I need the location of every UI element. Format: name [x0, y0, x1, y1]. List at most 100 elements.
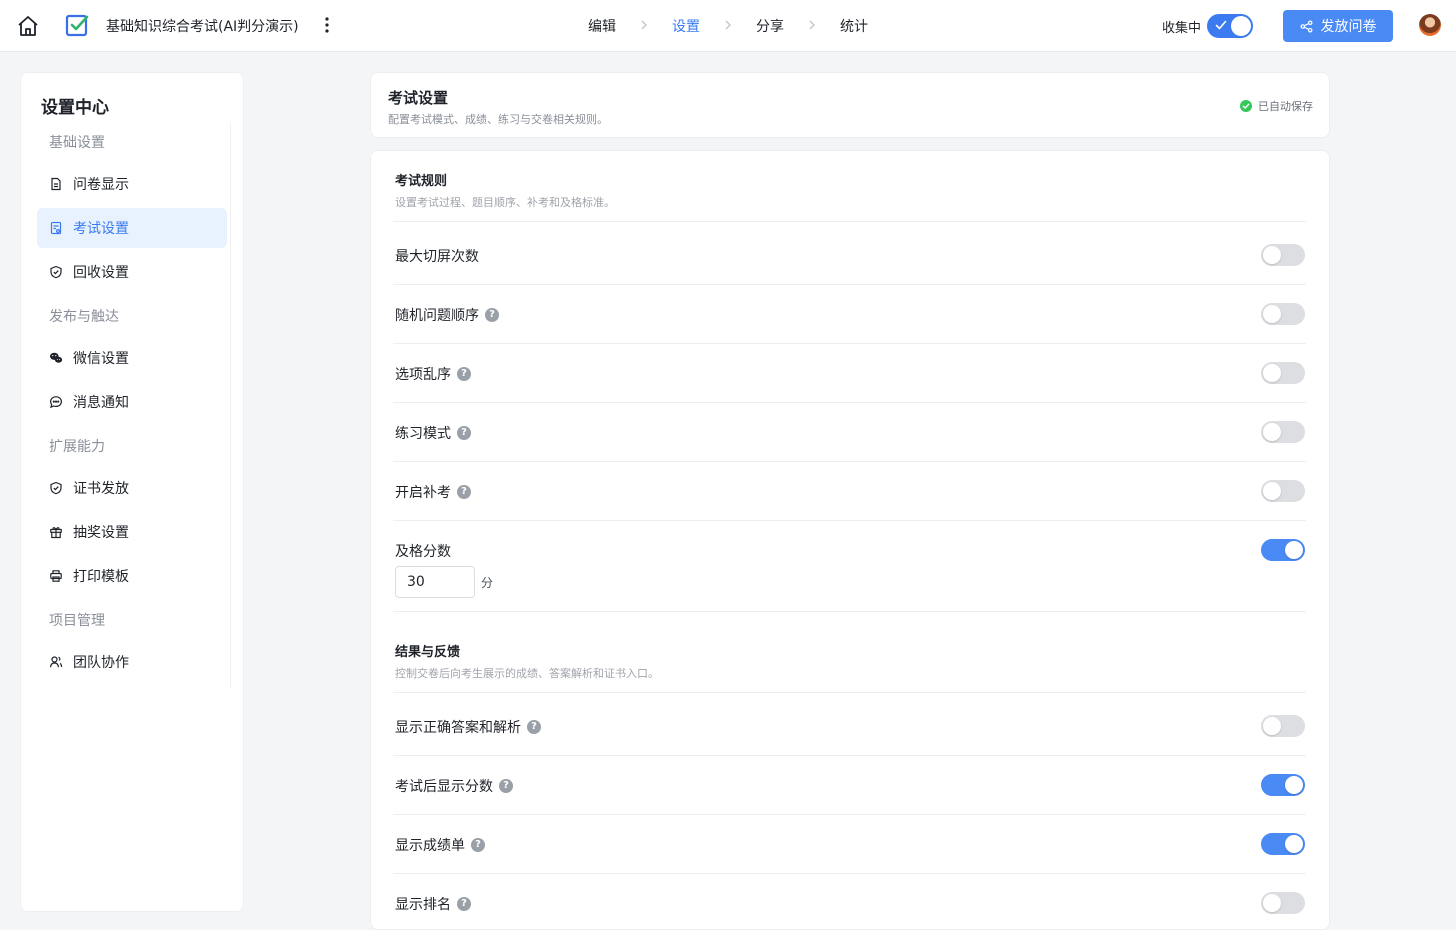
publish-survey-label: 发放问卷	[1320, 19, 1377, 35]
show-score-toggle[interactable]	[1261, 774, 1305, 796]
toggle-knob	[1285, 776, 1303, 794]
setting-label: 显示成绩单 ?	[395, 835, 485, 855]
setting-label-text: 随机问题顺序	[395, 308, 479, 324]
chat-bubble-icon	[49, 396, 63, 409]
exam-settings-header: 考试设置 配置考试模式、成绩、练习与交卷相关规则。 已自动保存	[370, 72, 1330, 138]
sidebar-item-label: 微信设置	[73, 351, 129, 367]
help-icon[interactable]: ?	[457, 485, 471, 499]
setting-label: 随机问题顺序 ?	[395, 305, 499, 325]
random-question-order-toggle[interactable]	[1261, 303, 1305, 325]
setting-label-text: 显示正确答案和解析	[395, 720, 521, 736]
divider	[393, 814, 1306, 815]
sidebar-item-label: 考试设置	[73, 221, 129, 237]
sidebar-item-collection-settings[interactable]: 回收设置	[37, 252, 227, 292]
toggle-knob	[1263, 423, 1281, 441]
user-avatar[interactable]	[1419, 14, 1441, 36]
printer-icon	[50, 570, 62, 582]
section-desc-exam-rules: 设置考试过程、题目顺序、补考和及格标准。	[395, 196, 615, 209]
section-title-results: 结果与反馈	[395, 645, 461, 660]
help-icon[interactable]: ?	[457, 367, 471, 381]
autosave-label: 已自动保存	[1258, 100, 1313, 113]
group-extend: 扩展能力	[49, 439, 105, 455]
show-transcript-toggle[interactable]	[1261, 833, 1305, 855]
setting-label: 显示排名 ?	[395, 894, 471, 914]
setting-label-text: 最大切屏次数	[395, 249, 479, 265]
sidebar-item-lottery[interactable]: 抽奖设置	[37, 512, 227, 552]
share-icon	[1300, 20, 1312, 32]
sidebar-item-team-collab[interactable]: 团队协作	[37, 642, 227, 682]
sidebar-item-label: 团队协作	[73, 655, 129, 671]
show-ranking-toggle[interactable]	[1261, 892, 1305, 914]
autosave-status: 已自动保存	[1240, 98, 1313, 114]
toggle-knob	[1263, 894, 1281, 912]
wechat-icon	[50, 352, 63, 363]
publish-survey-button[interactable]: 发放问卷	[1283, 10, 1393, 42]
help-icon[interactable]: ?	[457, 426, 471, 440]
shuffle-options-toggle[interactable]	[1261, 362, 1305, 384]
show-answers-toggle[interactable]	[1261, 715, 1305, 737]
max-screen-switch-toggle[interactable]	[1261, 244, 1305, 266]
toggle-knob	[1263, 305, 1281, 323]
check-icon	[1215, 20, 1227, 30]
help-icon[interactable]: ?	[499, 779, 513, 793]
divider	[393, 520, 1306, 521]
toggle-knob	[1263, 717, 1281, 735]
help-icon[interactable]: ?	[527, 720, 541, 734]
sidebar-item-label: 证书发放	[73, 481, 129, 497]
group-publish: 发布与触达	[49, 309, 119, 325]
chevron-right-icon	[641, 20, 647, 30]
toggle-knob	[1263, 364, 1281, 382]
setting-label: 练习模式 ?	[395, 423, 471, 443]
help-icon[interactable]: ?	[485, 308, 499, 322]
pass-score-toggle[interactable]	[1261, 539, 1305, 561]
collect-toggle[interactable]	[1207, 14, 1253, 38]
exam-icon	[50, 221, 62, 235]
sidebar-item-print-template[interactable]: 打印模板	[37, 556, 227, 596]
toggle-knob	[1263, 246, 1281, 264]
more-vertical-icon[interactable]	[320, 14, 334, 36]
home-icon[interactable]	[16, 14, 40, 38]
chevron-right-icon	[725, 20, 731, 30]
toggle-knob	[1231, 16, 1251, 36]
document-icon	[51, 177, 61, 191]
help-icon[interactable]: ?	[457, 897, 471, 911]
setting-label-text: 及格分数	[395, 544, 451, 560]
toggle-knob	[1285, 541, 1303, 559]
step-stats[interactable]: 统计	[840, 16, 868, 36]
practice-mode-toggle[interactable]	[1261, 421, 1305, 443]
setting-label: 最大切屏次数	[395, 246, 479, 266]
divider	[393, 402, 1306, 403]
sidebar-item-notifications[interactable]: 消息通知	[37, 382, 227, 422]
step-share[interactable]: 分享	[756, 16, 784, 36]
help-icon[interactable]: ?	[471, 838, 485, 852]
setting-label: 考试后显示分数 ?	[395, 776, 513, 796]
sidebar-item-exam-settings[interactable]: 考试设置	[37, 208, 227, 248]
sidebar-item-wechat-settings[interactable]: 微信设置	[37, 338, 227, 378]
step-edit[interactable]: 编辑	[588, 16, 616, 36]
setting-label-text: 考试后显示分数	[395, 779, 493, 795]
setting-label-text: 开启补考	[395, 485, 451, 501]
team-icon	[49, 656, 63, 668]
sidebar-divider	[230, 123, 231, 688]
sidebar-item-label: 问卷显示	[73, 177, 129, 193]
divider	[393, 221, 1306, 222]
group-project: 项目管理	[49, 613, 105, 629]
collect-status-label: 收集中	[1162, 21, 1202, 36]
sidebar-item-label: 打印模板	[73, 569, 129, 585]
sidebar-item-survey-display[interactable]: 问卷显示	[37, 164, 227, 204]
setting-label-text: 选项乱序	[395, 367, 451, 383]
shield-icon	[50, 265, 62, 279]
chevron-right-icon	[809, 20, 815, 30]
settings-sidebar: 设置中心 基础设置 问卷显示 考试设置 回收设置 发布与触达 微信设置 消息通知…	[20, 72, 244, 912]
divider	[393, 692, 1306, 693]
group-basic: 基础设置	[49, 135, 105, 151]
certificate-shield-icon	[50, 481, 62, 495]
step-settings[interactable]: 设置	[672, 16, 700, 36]
retake-exam-toggle[interactable]	[1261, 480, 1305, 502]
sidebar-item-certificates[interactable]: 证书发放	[37, 468, 227, 508]
pass-score-unit: 分	[481, 576, 494, 590]
toggle-knob	[1263, 482, 1281, 500]
pass-score-input[interactable]	[395, 566, 475, 598]
setting-label: 开启补考 ?	[395, 482, 471, 502]
check-circle-icon	[1240, 100, 1252, 112]
